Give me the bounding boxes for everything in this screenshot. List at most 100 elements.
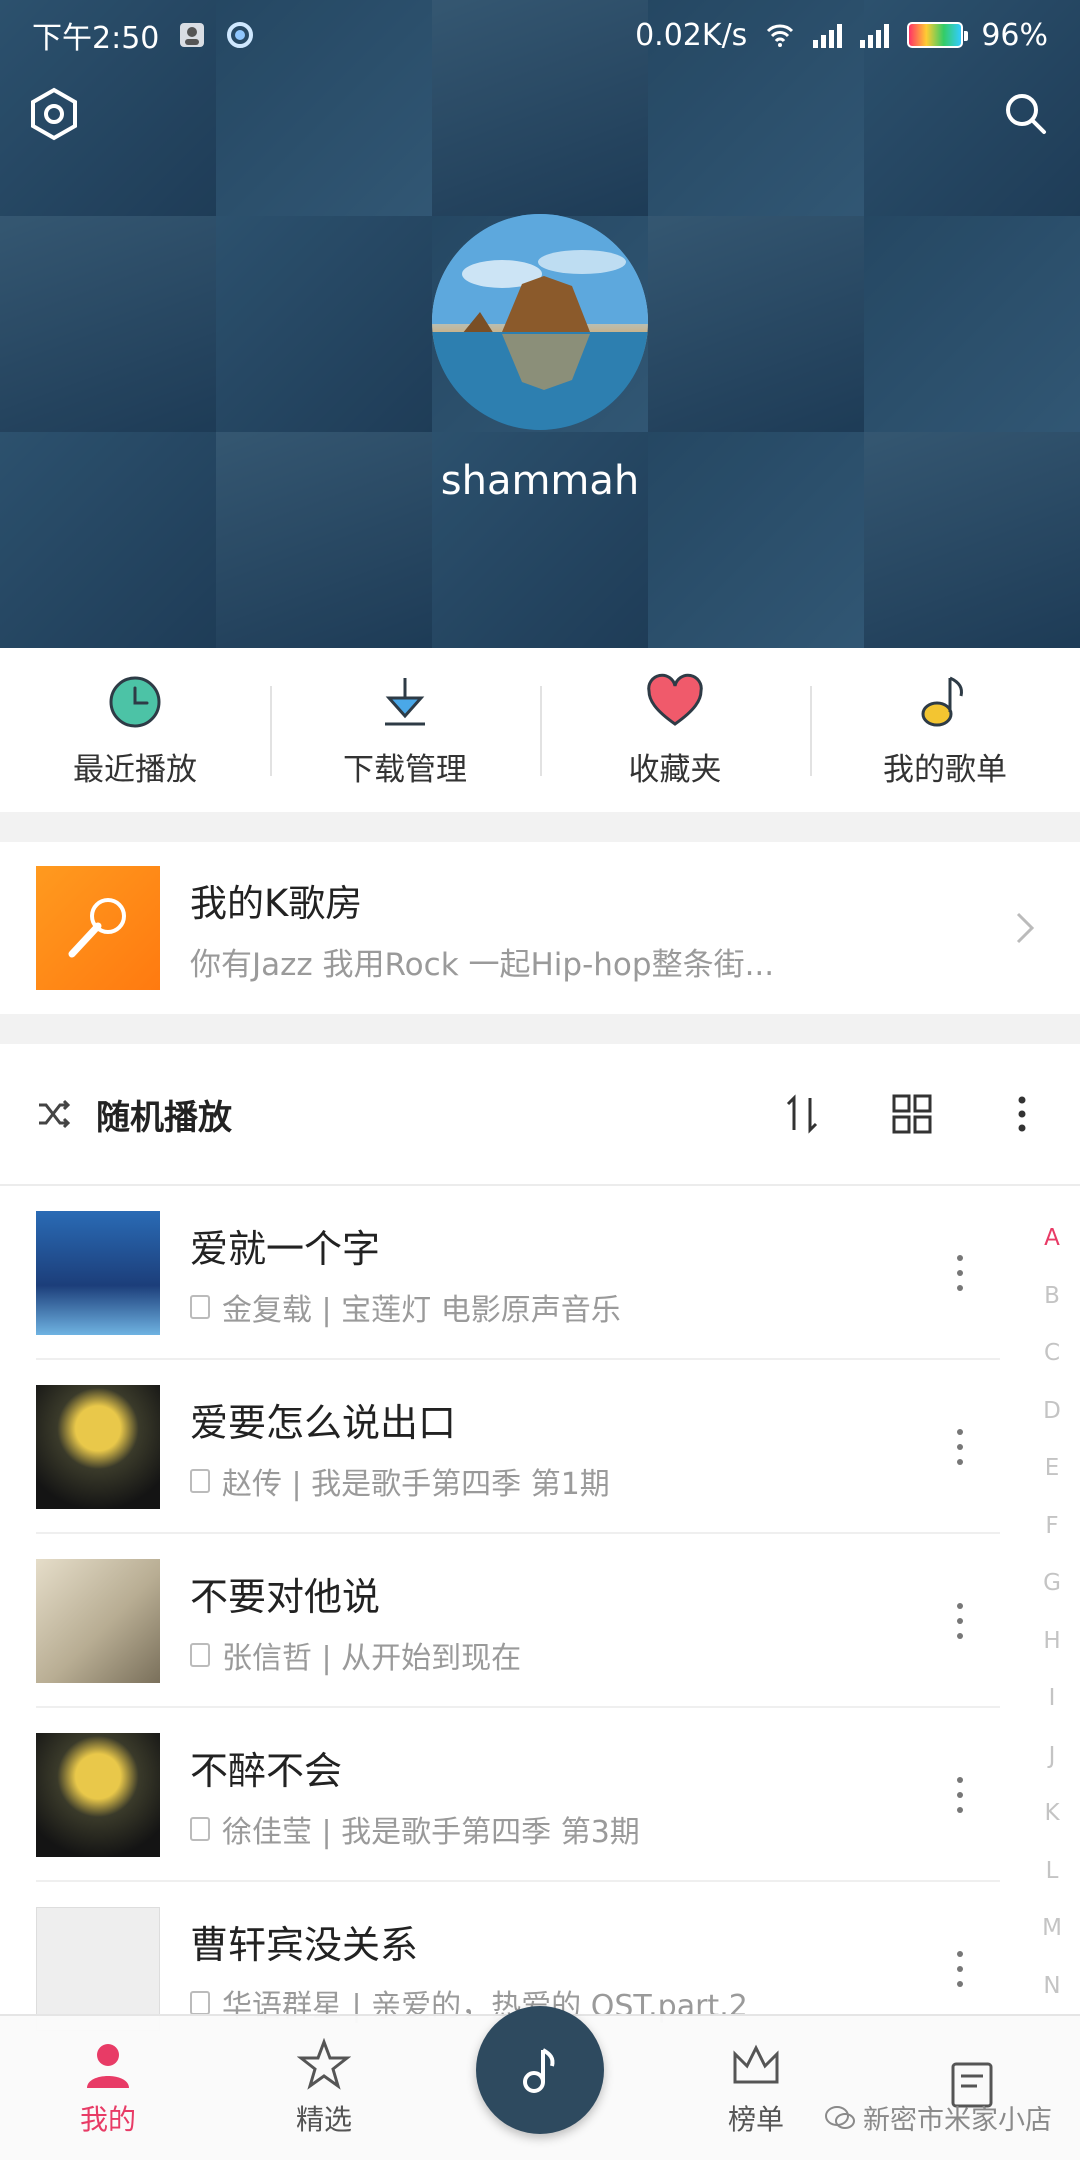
song-more-icon[interactable] <box>950 1772 970 1818</box>
shuffle-play-button[interactable]: 随机播放 <box>96 1090 232 1139</box>
music-note-icon <box>921 676 963 726</box>
karaoke-subtitle: 你有Jazz 我用Rock 一起Hip-hop整条街... <box>190 946 775 983</box>
song-more-icon[interactable] <box>950 1250 970 1296</box>
song-subtitle: 赵传 | 我是歌手第四季 第1期 <box>222 1466 610 1502</box>
song-title: 曹轩宾没关系 <box>190 1922 419 1967</box>
download-manager-label: 下载管理 <box>343 751 467 788</box>
star-icon <box>297 2038 351 2090</box>
now-playing-button[interactable] <box>476 2006 604 2134</box>
album-cover <box>36 1733 160 1857</box>
battery-level: 96% <box>981 17 1048 53</box>
signal-strength-icon <box>813 22 843 48</box>
song-title: 不醉不会 <box>190 1748 343 1793</box>
alpha-letter[interactable]: H <box>1043 1613 1060 1671</box>
alpha-letter[interactable]: N <box>1043 1958 1060 2016</box>
song-subtitle: 张信哲 | 从开始到现在 <box>222 1640 522 1676</box>
quality-tag-icon <box>190 1990 210 2015</box>
song-list-section: 随机播放 爱就一个字 金复载 | 宝莲灯 电影原声音乐 爱要怎么说出口 赵传 |… <box>0 1044 1080 2160</box>
alpha-letter[interactable]: A <box>1044 1210 1060 1268</box>
download-manager-button[interactable]: 下载管理 <box>270 648 540 812</box>
nav-featured-label: 精选 <box>295 2103 352 2136</box>
nav-mine-label: 我的 <box>79 2103 136 2136</box>
album-cover <box>36 1559 160 1683</box>
alpha-letter[interactable]: L <box>1046 1843 1059 1901</box>
alpha-letter[interactable]: J <box>1049 1728 1056 1786</box>
quick-actions-bar: 最近播放 下载管理 收藏夹 我的歌单 <box>0 648 1080 812</box>
sync-notification-icon <box>227 22 254 48</box>
alpha-letter[interactable]: M <box>1042 1900 1062 1958</box>
song-title: 不要对他说 <box>190 1574 381 1619</box>
status-bar: 下午2:50 0.02K/s 96% <box>0 0 1080 70</box>
favorites-button[interactable]: 收藏夹 <box>540 648 810 812</box>
alpha-letter[interactable]: I <box>1049 1670 1056 1728</box>
song-list: 爱就一个字 金复载 | 宝莲灯 电影原声音乐 爱要怎么说出口 赵传 | 我是歌手… <box>0 1186 1080 2056</box>
song-title: 爱就一个字 <box>190 1226 381 1271</box>
quality-tag-icon <box>190 1294 210 1319</box>
my-playlists-label: 我的歌单 <box>883 751 1007 788</box>
album-cover <box>36 1211 160 1335</box>
heart-icon <box>647 673 703 726</box>
signal-strength-icon <box>860 22 890 48</box>
more-vertical-icon[interactable] <box>1000 1092 1044 1136</box>
quality-tag-icon <box>190 1642 210 1667</box>
alpha-letter[interactable]: E <box>1045 1440 1060 1498</box>
person-icon <box>87 2044 129 2088</box>
profile-header: 下午2:50 0.02K/s 96% shammah <box>0 0 1080 648</box>
wechat-icon <box>825 2105 855 2129</box>
username: shammah <box>440 458 640 504</box>
crown-icon <box>733 2044 779 2084</box>
favorites-label: 收藏夹 <box>628 751 722 788</box>
battery-icon <box>907 22 969 48</box>
alpha-letter[interactable]: F <box>1045 1498 1058 1556</box>
song-row[interactable]: 不要对他说 张信哲 | 从开始到现在 <box>0 1534 1080 1708</box>
karaoke-room-card[interactable]: 我的K歌房 你有Jazz 我用Rock 一起Hip-hop整条街... <box>0 842 1080 1014</box>
quality-tag-icon <box>190 1468 210 1493</box>
song-subtitle: 金复载 | 宝莲灯 电影原声音乐 <box>222 1292 621 1328</box>
song-row[interactable]: 爱要怎么说出口 赵传 | 我是歌手第四季 第1期 <box>0 1360 1080 1534</box>
nav-mine[interactable]: 我的 <box>0 2016 216 2160</box>
nav-charts-label: 榜单 <box>727 2103 784 2136</box>
sort-icon[interactable] <box>780 1092 824 1136</box>
alpha-letter[interactable]: K <box>1044 1785 1059 1843</box>
microphone-icon <box>36 866 160 990</box>
music-note-icon <box>523 2048 555 2093</box>
my-playlists-button[interactable]: 我的歌单 <box>810 648 1080 812</box>
grid-view-icon[interactable] <box>890 1092 934 1136</box>
quality-tag-icon <box>190 1816 210 1841</box>
network-speed: 0.02K/s <box>635 17 748 53</box>
song-list-toolbar: 随机播放 <box>0 1044 1080 1186</box>
app-notification-icon <box>180 23 205 47</box>
album-cover <box>36 1907 160 2031</box>
song-title: 爱要怎么说出口 <box>190 1400 457 1445</box>
settings-icon[interactable] <box>24 84 84 144</box>
song-row[interactable]: 不醉不会 徐佳莹 | 我是歌手第四季 第3期 <box>0 1708 1080 1882</box>
search-icon[interactable] <box>996 84 1056 144</box>
nav-player[interactable] <box>432 2006 648 2160</box>
alpha-letter[interactable]: G <box>1043 1555 1061 1613</box>
alpha-letter[interactable]: B <box>1044 1268 1060 1326</box>
chevron-right-icon <box>1016 912 1035 944</box>
watermark-text: 新密市米家小店 <box>863 2105 1052 2136</box>
clock-icon <box>109 676 161 727</box>
nav-featured[interactable]: 精选 <box>216 2016 432 2160</box>
bottom-navigation: 我的 精选 榜单 <box>0 2006 1080 2160</box>
download-icon <box>385 677 425 725</box>
song-subtitle: 徐佳莹 | 我是歌手第四季 第3期 <box>222 1814 640 1850</box>
alphabet-index[interactable]: A B C D E F G H I J K L M N <box>1034 1210 1070 2015</box>
song-more-icon[interactable] <box>950 1946 970 1992</box>
recent-play-label: 最近播放 <box>73 751 197 788</box>
alpha-letter[interactable]: D <box>1043 1383 1061 1441</box>
avatar-image <box>432 214 648 430</box>
song-more-icon[interactable] <box>950 1424 970 1470</box>
recent-play-button[interactable]: 最近播放 <box>0 648 270 812</box>
alpha-letter[interactable]: C <box>1044 1325 1060 1383</box>
status-time: 下午2:50 <box>32 21 160 56</box>
song-more-icon[interactable] <box>950 1598 970 1644</box>
watermark: 新密市米家小店 <box>825 2098 1052 2137</box>
nav-charts[interactable]: 榜单 <box>648 2016 864 2160</box>
avatar[interactable] <box>432 214 648 430</box>
song-row[interactable]: 爱就一个字 金复载 | 宝莲灯 电影原声音乐 <box>0 1186 1080 1360</box>
wifi-icon <box>767 24 794 47</box>
nav-more[interactable] <box>864 2016 1080 2160</box>
shuffle-icon[interactable] <box>36 1096 72 1132</box>
